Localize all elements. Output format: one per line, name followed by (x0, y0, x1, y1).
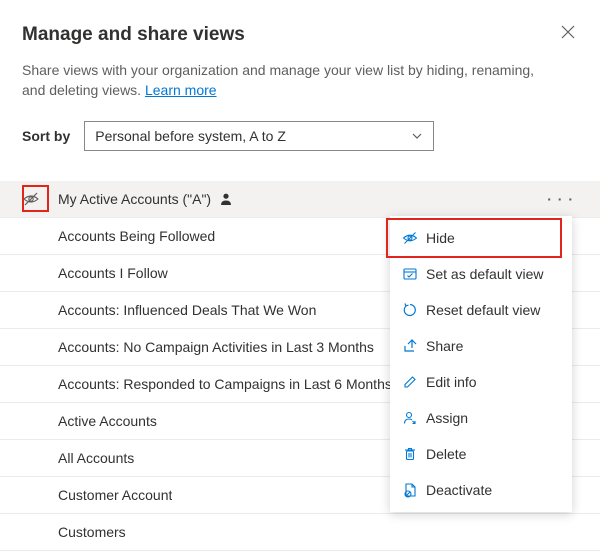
view-label: Active Accounts (54, 413, 157, 429)
view-label: My Active Accounts ("A") (54, 191, 211, 207)
share-icon (402, 338, 426, 354)
context-menu: Hide Set as default view Reset default v… (390, 216, 572, 512)
dialog-title: Manage and share views (22, 24, 578, 46)
close-icon (561, 25, 575, 39)
view-row[interactable]: My Active Accounts ("A") · · · (0, 181, 600, 218)
more-actions-button[interactable]: · · · (543, 191, 578, 207)
view-label: Accounts: No Campaign Activities in Last… (54, 339, 374, 355)
reset-icon (402, 302, 426, 318)
view-label: Accounts I Follow (54, 265, 168, 281)
view-label: Accounts Being Followed (54, 228, 215, 244)
view-label: Customer Account (54, 487, 172, 503)
view-label: Customers (54, 524, 126, 540)
view-label: All Accounts (54, 450, 134, 466)
menu-delete[interactable]: Delete (390, 436, 572, 472)
hide-icon (402, 230, 426, 246)
menu-edit-info[interactable]: Edit info (390, 364, 572, 400)
chevron-down-icon (411, 130, 423, 142)
person-icon (219, 192, 233, 206)
learn-more-link[interactable]: Learn more (145, 82, 217, 98)
close-button[interactable] (558, 22, 578, 42)
view-label: Accounts: Influenced Deals That We Won (54, 302, 316, 318)
view-row[interactable]: Customers (0, 514, 600, 551)
sort-select[interactable]: Personal before system, A to Z (84, 121, 434, 151)
menu-reset-default[interactable]: Reset default view (390, 292, 572, 328)
delete-icon (402, 446, 426, 462)
menu-deactivate[interactable]: Deactivate (390, 472, 572, 508)
menu-share[interactable]: Share (390, 328, 572, 364)
sort-label: Sort by (22, 128, 70, 144)
dialog-subheading: Share views with your organization and m… (22, 60, 552, 101)
menu-hide[interactable]: Hide (390, 220, 572, 256)
edit-icon (402, 374, 426, 390)
view-label: Accounts: Responded to Campaigns in Last… (54, 376, 392, 392)
hide-view-icon (22, 190, 54, 208)
menu-set-default[interactable]: Set as default view (390, 256, 572, 292)
set-default-icon (402, 266, 426, 282)
sort-select-value: Personal before system, A to Z (95, 128, 286, 144)
menu-assign[interactable]: Assign (390, 400, 572, 436)
deactivate-icon (402, 482, 426, 498)
assign-icon (402, 410, 426, 426)
